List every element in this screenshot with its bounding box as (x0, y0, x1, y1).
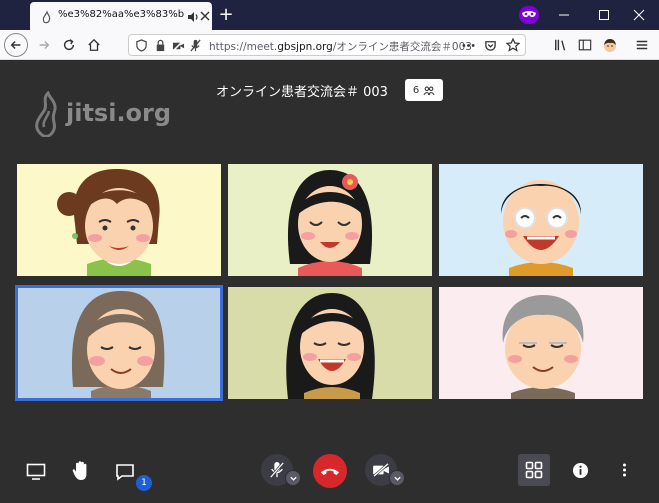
camera-options-button[interactable] (389, 470, 405, 486)
screen-share-button[interactable] (22, 458, 50, 486)
tile-view-button[interactable] (518, 454, 550, 486)
minimize-icon[interactable] (544, 0, 584, 30)
info-icon (572, 462, 588, 478)
pocket-icon[interactable] (484, 39, 497, 52)
raise-hand-button[interactable] (67, 456, 95, 486)
address-bar[interactable]: https://meet.gbsjpn.org/オンライン患者交流会＃003 (128, 34, 526, 56)
chat-unread-badge: 1 (136, 475, 152, 491)
participant-count: 6 (412, 84, 420, 96)
browser-tab[interactable]: %e3%82%aa%e3%83%b3%e3%83%a9%e3%82%a4%e3%… (30, 2, 212, 30)
jitsi-favicon-icon (40, 9, 54, 24)
info-button[interactable] (566, 456, 594, 484)
back-arrow-icon (10, 41, 21, 49)
browser-window: %e3%82%aa%e3%83%b3%e3%83%a9%e3%82%a4%e3%… (0, 0, 659, 503)
microphone-muted-icon (269, 462, 285, 478)
participant-count-badge[interactable]: 6 (405, 79, 443, 101)
participant-video-6 (439, 287, 643, 399)
jitsi-logo[interactable]: jitsi.org (30, 91, 171, 137)
back-button[interactable] (4, 33, 28, 57)
hangup-button[interactable] (313, 454, 347, 488)
participant-tile[interactable] (228, 164, 432, 276)
chat-button[interactable] (111, 458, 139, 486)
participant-video-4 (17, 287, 221, 399)
chevron-down-icon (393, 476, 401, 481)
tab-close-icon[interactable] (200, 8, 210, 24)
reload-button[interactable] (57, 33, 81, 57)
url-prefix: https://meet. (209, 41, 278, 53)
participant-tile[interactable] (17, 164, 221, 276)
hangup-icon (320, 468, 340, 475)
participant-tile[interactable] (439, 164, 643, 276)
meeting-stage: jitsi.org オンライン患者交流会＃ 003 6 (0, 61, 659, 503)
participant-tile[interactable] (439, 287, 643, 399)
hamburger-menu-icon (636, 40, 648, 50)
more-options-button[interactable] (610, 456, 638, 484)
library-button[interactable] (549, 33, 573, 57)
speaker-icon[interactable] (186, 9, 200, 23)
jitsi-logo-icon (35, 91, 57, 137)
participant-tile-active[interactable] (15, 285, 223, 401)
maximize-icon[interactable] (584, 0, 624, 30)
shield-icon[interactable] (135, 39, 148, 52)
bookmark-star-icon[interactable] (506, 38, 520, 52)
forward-button[interactable] (32, 33, 56, 57)
library-icon (555, 39, 566, 51)
participant-video-5 (228, 287, 432, 399)
lock-icon[interactable] (154, 39, 167, 52)
home-button[interactable] (82, 33, 106, 57)
participant-video-2 (228, 164, 432, 276)
camera-off-icon (373, 463, 389, 477)
participant-video-1 (17, 164, 221, 276)
url-text[interactable]: https://meet.gbsjpn.org/オンライン患者交流会＃003 (209, 39, 472, 54)
participant-video-3 (439, 164, 643, 276)
menu-button[interactable] (630, 33, 654, 57)
navigation-bar: https://meet.gbsjpn.org/オンライン患者交流会＃003 (0, 30, 659, 60)
page-actions-icon[interactable] (461, 39, 476, 52)
tile-view-icon (525, 461, 543, 479)
participants-icon (423, 86, 435, 95)
sidebar-button[interactable] (573, 33, 597, 57)
close-icon[interactable] (619, 0, 659, 30)
meeting-title: オンライン患者交流会＃ 003 (216, 85, 388, 100)
account-button[interactable] (598, 33, 622, 57)
home-icon (88, 38, 100, 51)
tab-strip: %e3%82%aa%e3%83%b3%e3%83%a9%e3%82%a4%e3%… (0, 0, 659, 30)
avatar (604, 39, 616, 52)
private-browsing-icon (519, 6, 539, 24)
tab-title: %e3%82%aa%e3%83%b3%e3%83%a9%e3%82%a4%e3%… (58, 9, 184, 20)
participant-tile[interactable] (228, 287, 432, 399)
microphone-options-button[interactable] (285, 470, 301, 486)
microphone-blocked-icon[interactable] (189, 39, 202, 52)
raise-hand-icon (72, 461, 87, 480)
logo-text: jitsi.org (66, 99, 172, 127)
new-tab-button[interactable]: + (216, 5, 236, 25)
url-host: gbsjpn.org (277, 41, 333, 53)
chat-icon (116, 464, 134, 481)
screen-share-icon (26, 463, 46, 480)
camera-blocked-icon[interactable] (172, 39, 185, 52)
forward-arrow-icon (39, 41, 50, 49)
url-path: /オンライン患者交流会＃003 (332, 41, 472, 53)
chevron-down-icon (289, 476, 297, 481)
sidebar-icon (578, 39, 592, 51)
reload-icon (63, 39, 75, 51)
more-vertical-icon (622, 463, 626, 477)
